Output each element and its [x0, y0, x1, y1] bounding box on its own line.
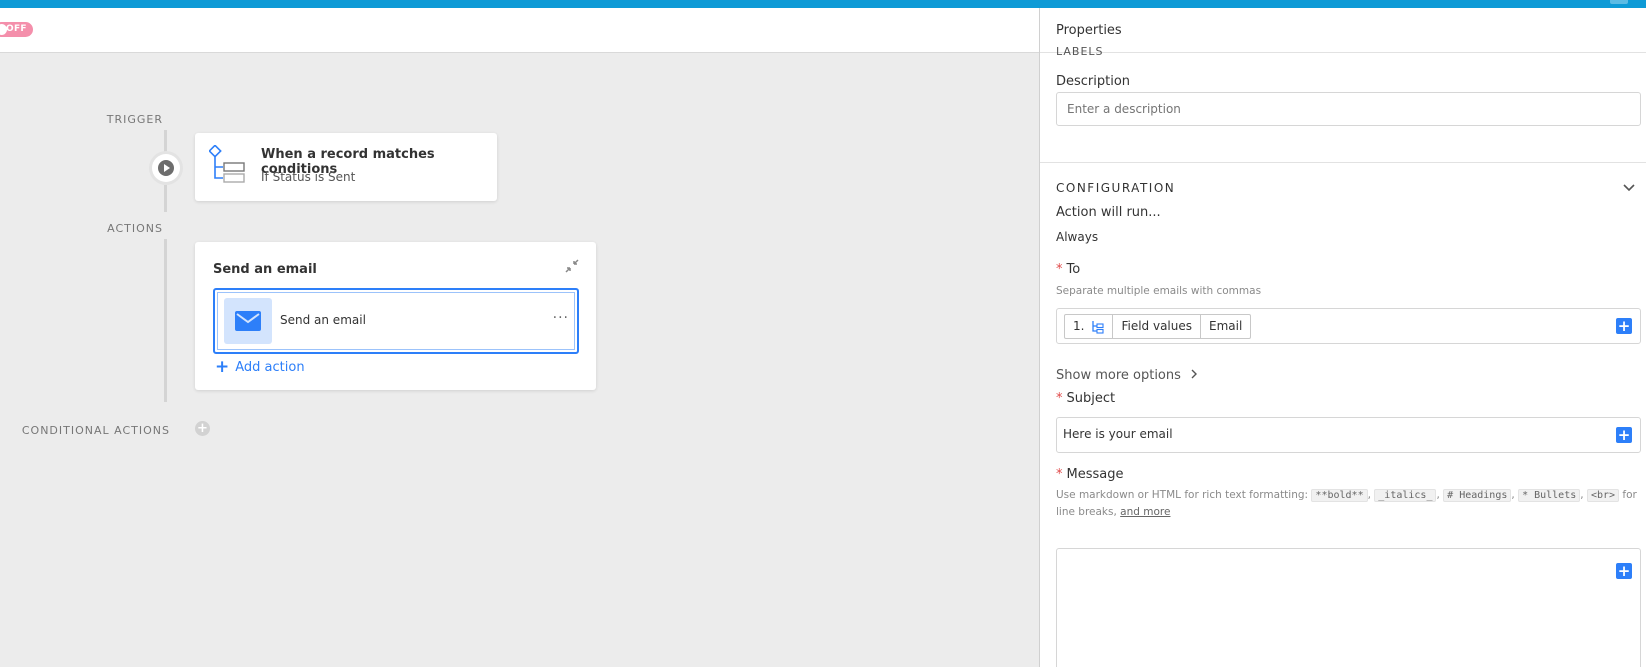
action-card-title: Send an email	[213, 262, 317, 277]
code-bullets: * Bullets	[1518, 489, 1581, 502]
toggle-label: OFF	[6, 24, 27, 34]
trigger-card[interactable]: When a record matches conditions If Stat…	[195, 133, 497, 201]
action-run-label: Action will run...	[1056, 205, 1161, 220]
message-hint-prefix: Use markdown or HTML for rich text forma…	[1056, 489, 1309, 501]
token-step-label: 1.	[1073, 319, 1085, 333]
record-conditions-icon	[1092, 320, 1105, 334]
description-label: Description	[1056, 74, 1131, 89]
message-field[interactable]: +	[1056, 548, 1641, 667]
topbar-corner-button[interactable]	[1610, 0, 1628, 4]
more-options-icon[interactable]: ···	[553, 310, 569, 326]
code-italics: _italics_	[1374, 489, 1437, 502]
insert-field-button[interactable]: +	[1616, 563, 1632, 579]
subject-label: * Subject	[1056, 391, 1115, 406]
to-label-text: To	[1066, 262, 1081, 277]
subject-label-text: Subject	[1066, 391, 1116, 406]
properties-panel: Properties LABELS Description CONFIGURAT…	[1039, 8, 1646, 667]
section-divider	[1040, 162, 1646, 163]
add-conditional-action-icon[interactable]: +	[195, 421, 210, 436]
email-icon	[224, 298, 272, 344]
subject-field[interactable]: Here is your email +	[1056, 417, 1641, 453]
panel-header: Properties LABELS	[1040, 8, 1646, 55]
chevron-down-icon[interactable]	[1622, 180, 1636, 194]
and-more-link[interactable]: and more	[1120, 506, 1170, 518]
required-mark: *	[1056, 262, 1063, 277]
subject-value: Here is your email	[1063, 427, 1173, 441]
token-step-number: 1.	[1064, 314, 1114, 339]
code-bold: **bold**	[1311, 489, 1368, 502]
automation-on-off-toggle[interactable]: OFF	[0, 22, 33, 37]
add-action-button[interactable]: + Add action	[215, 357, 305, 377]
to-field[interactable]: 1. Field values Email +	[1056, 308, 1641, 344]
code-br: <br>	[1586, 489, 1620, 502]
timeline-connector	[164, 239, 167, 402]
to-label: * To	[1056, 262, 1080, 277]
action-run-value[interactable]: Always	[1056, 230, 1098, 244]
top-bar	[0, 0, 1646, 8]
plus-icon: +	[215, 357, 230, 377]
insert-field-button[interactable]: +	[1616, 427, 1632, 443]
message-hint: Use markdown or HTML for rich text forma…	[1056, 489, 1637, 518]
required-mark: *	[1056, 391, 1063, 406]
send-email-step-label: Send an email	[280, 313, 366, 327]
action-card: Send an email Send an email ··· + Add ac…	[195, 242, 596, 390]
automation-header: OFF	[0, 8, 1039, 53]
collapse-icon[interactable]	[564, 258, 580, 274]
configuration-title: CONFIGURATION	[1056, 181, 1176, 195]
add-action-label: Add action	[235, 360, 305, 375]
insert-field-button[interactable]: +	[1616, 318, 1632, 334]
timeline-connector	[164, 130, 167, 154]
show-more-options-link[interactable]: Show more options	[1056, 368, 1199, 383]
workflow-canvas: TRIGGER ACTIONS CONDITIONAL ACTIONS + Wh…	[0, 53, 1039, 667]
record-conditions-icon	[209, 145, 245, 183]
trigger-subtitle: If Status is Sent	[261, 170, 356, 184]
required-mark: *	[1056, 467, 1063, 482]
conditional-actions-label: CONDITIONAL ACTIONS	[21, 424, 170, 437]
chevron-right-icon	[1191, 369, 1198, 379]
actions-section-label: ACTIONS	[107, 222, 163, 235]
labels-section-title: LABELS	[1056, 47, 1104, 55]
send-email-step[interactable]: Send an email ···	[213, 288, 579, 354]
panel-title: Properties	[1056, 23, 1122, 38]
message-label-text: Message	[1066, 467, 1124, 482]
message-label: * Message	[1056, 467, 1123, 482]
test-trigger-button[interactable]	[152, 154, 180, 182]
code-headings: # Headings	[1443, 489, 1512, 502]
show-more-label: Show more options	[1056, 368, 1181, 383]
trigger-section-label: TRIGGER	[106, 113, 163, 126]
play-icon	[158, 160, 174, 176]
description-input[interactable]	[1056, 92, 1641, 126]
to-hint: Separate multiple emails with commas	[1056, 285, 1262, 297]
token-field-values: Field values	[1113, 314, 1201, 339]
to-token[interactable]: 1. Field values Email	[1064, 314, 1252, 339]
timeline-connector	[164, 185, 167, 212]
token-email: Email	[1201, 314, 1252, 339]
